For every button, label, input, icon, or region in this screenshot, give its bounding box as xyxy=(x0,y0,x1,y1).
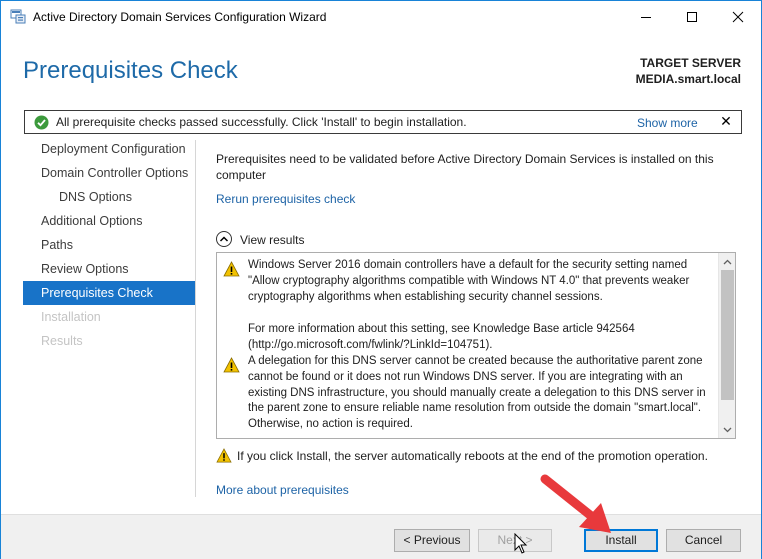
nav-item-deployment-configuration[interactable]: Deployment Configuration xyxy=(23,137,195,161)
maximize-icon xyxy=(687,11,697,22)
wizard-footer: < Previous Next > Install Cancel xyxy=(1,514,761,559)
nav-item-review-options[interactable]: Review Options xyxy=(23,257,195,281)
results-list[interactable]: Windows Server 2016 domain controllers h… xyxy=(216,252,736,439)
install-button[interactable]: Install xyxy=(584,529,658,552)
title-bar[interactable]: Active Directory Domain Services Configu… xyxy=(1,1,761,32)
close-icon xyxy=(732,11,744,22)
reboot-warning-text: If you click Install, the server automat… xyxy=(237,449,708,463)
scroll-up-button[interactable] xyxy=(719,253,735,270)
view-results-label: View results xyxy=(240,233,305,247)
target-server-name: MEDIA.smart.local xyxy=(635,72,741,86)
chevron-up-icon xyxy=(723,259,732,264)
sidebar-divider xyxy=(195,140,196,497)
wizard-window: Active Directory Domain Services Configu… xyxy=(0,0,762,559)
nav-item-domain-controller-options[interactable]: Domain Controller Options xyxy=(23,161,195,185)
dismiss-notification-button[interactable]: ✕ xyxy=(718,113,734,131)
prerequisites-description: Prerequisites need to be validated befor… xyxy=(216,152,714,182)
more-about-prerequisites-link[interactable]: More about prerequisites xyxy=(216,483,349,497)
nav-item-installation: Installation xyxy=(41,310,101,324)
nav-item-prerequisites-check[interactable]: Prerequisites Check xyxy=(23,281,195,305)
notification-bar: All prerequisite checks passed successfu… xyxy=(24,110,742,134)
wizard-steps-nav: Deployment Configuration Domain Controll… xyxy=(23,137,195,353)
page-title: Prerequisites Check xyxy=(23,57,238,84)
check-circle-icon xyxy=(34,115,49,130)
minimize-icon xyxy=(641,16,651,18)
rerun-prerequisites-link[interactable]: Rerun prerequisites check xyxy=(216,192,355,206)
result-text: A delegation for this DNS server cannot … xyxy=(248,355,706,431)
close-button[interactable] xyxy=(715,1,761,32)
target-server-label: TARGET SERVER xyxy=(640,56,741,70)
chevron-down-icon xyxy=(723,427,732,432)
nav-item-paths[interactable]: Paths xyxy=(23,233,195,257)
nav-item-dns-options[interactable]: DNS Options xyxy=(23,185,195,209)
notification-text: All prerequisite checks passed successfu… xyxy=(56,115,467,129)
minimize-button[interactable] xyxy=(623,1,669,32)
cancel-button[interactable]: Cancel xyxy=(666,529,741,552)
result-text: For more information about this setting,… xyxy=(248,323,635,351)
nav-item-results: Results xyxy=(41,334,83,348)
chevron-up-icon xyxy=(219,236,229,242)
scroll-thumb[interactable] xyxy=(721,270,734,400)
warning-icon xyxy=(223,357,240,373)
maximize-button[interactable] xyxy=(669,1,715,32)
previous-button[interactable]: < Previous xyxy=(394,529,470,552)
results-scrollbar[interactable] xyxy=(718,253,735,438)
nav-item-additional-options[interactable]: Additional Options xyxy=(23,209,195,233)
show-more-link[interactable]: Show more xyxy=(637,116,698,130)
collapse-results-button[interactable] xyxy=(216,231,232,247)
next-button: Next > xyxy=(478,529,552,552)
window-title: Active Directory Domain Services Configu… xyxy=(33,10,327,24)
warning-icon xyxy=(223,261,240,277)
warning-icon xyxy=(216,448,232,463)
server-manager-icon xyxy=(10,9,26,24)
result-text: Windows Server 2016 domain controllers h… xyxy=(248,259,690,303)
scroll-down-button[interactable] xyxy=(719,421,735,438)
